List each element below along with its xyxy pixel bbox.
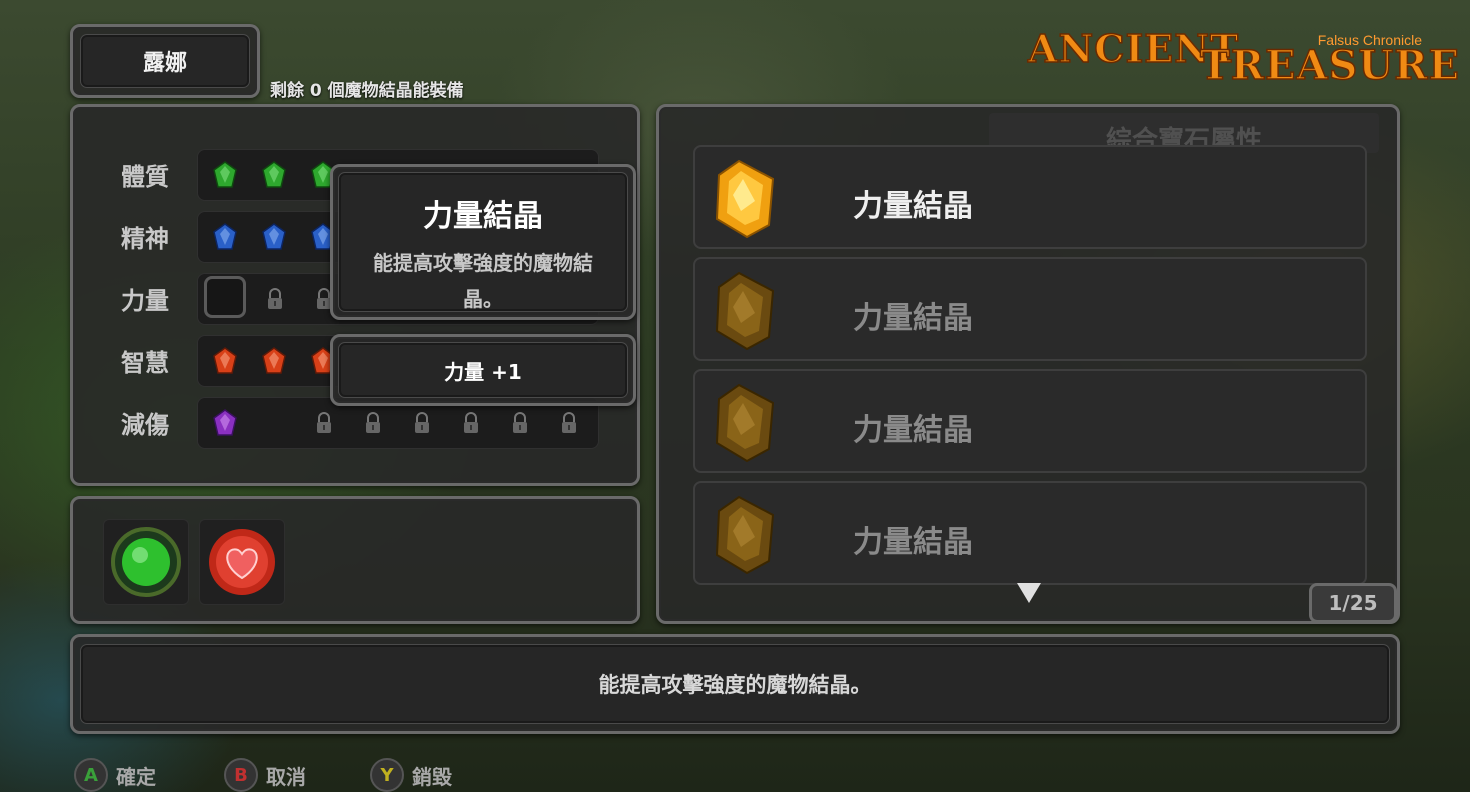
- character-name: 露娜: [81, 35, 249, 87]
- hint-label: 確定: [116, 764, 156, 789]
- gem-tooltip: 力量結晶 能提高攻擊強度的魔物結晶。: [330, 164, 636, 320]
- tooltip-inner: 力量結晶 能提高攻擊強度的魔物結晶。: [339, 173, 627, 311]
- list-item[interactable]: 力量結晶: [693, 369, 1367, 473]
- game-logo: ANCIENT TREASURE Falsus Chronicle: [1027, 24, 1460, 92]
- amber-gem-icon: [715, 383, 775, 463]
- orb-slots-panel: [70, 496, 640, 624]
- amber-gem-icon: [715, 159, 775, 239]
- remaining-slots-text: 剩餘 0 個魔物結晶能裝備: [270, 81, 464, 101]
- character-name-box: 露娜: [70, 24, 260, 98]
- scroll-down-arrow-icon[interactable]: [1017, 583, 1041, 603]
- purple-gem-icon[interactable]: [212, 409, 238, 437]
- blue-gem-icon[interactable]: [261, 223, 287, 251]
- tooltip-description: 能提高攻擊強度的魔物結晶。: [373, 251, 593, 311]
- green-gem-icon[interactable]: [261, 161, 287, 189]
- list-item-name: 力量結晶: [853, 301, 973, 336]
- logo-subtitle: Falsus Chronicle: [1317, 32, 1422, 48]
- blue-gem-icon[interactable]: [212, 223, 238, 251]
- lock-icon: [317, 412, 331, 433]
- lock-icon: [464, 412, 478, 433]
- list-item-name: 力量結晶: [853, 413, 973, 448]
- gem-effect-tooltip: 力量 +1: [330, 334, 636, 406]
- gem-list-panel: 綜合寶石屬性 力量結晶 力量結晶 力量結晶 力量結晶 1/25: [656, 104, 1400, 624]
- tooltip-effect: 力量 +1: [339, 343, 627, 397]
- tooltip-title: 力量結晶: [423, 199, 543, 234]
- stat-label: 精神: [121, 225, 169, 253]
- lock-icon: [513, 412, 527, 433]
- list-item-name: 力量結晶: [853, 525, 973, 560]
- green-gem-icon[interactable]: [212, 161, 238, 189]
- stat-label: 減傷: [121, 411, 169, 439]
- lock-icon: [268, 288, 282, 309]
- stat-label: 力量: [121, 287, 169, 315]
- hint-label: 取消: [266, 764, 306, 789]
- green-orb-icon: [111, 527, 181, 597]
- page-indicator: 1/25: [1309, 583, 1397, 623]
- red-gem-icon[interactable]: [212, 347, 238, 375]
- heart-orb-icon: [209, 529, 275, 595]
- lock-icon: [415, 412, 429, 433]
- hint-confirm[interactable]: A 確定: [74, 758, 156, 792]
- hint-label: 銷毀: [412, 764, 452, 789]
- list-item[interactable]: 力量結晶: [693, 145, 1367, 249]
- list-item-name: 力量結晶: [853, 189, 973, 224]
- amber-gem-icon: [715, 271, 775, 351]
- hint-destroy[interactable]: Y 銷毀: [370, 758, 452, 792]
- lock-icon: [366, 412, 380, 433]
- a-button-icon: A: [74, 758, 108, 792]
- amber-gem-icon: [715, 495, 775, 575]
- stat-label: 智慧: [121, 349, 169, 377]
- list-item[interactable]: 力量結晶: [693, 257, 1367, 361]
- description-text: 能提高攻擊強度的魔物結晶。: [81, 645, 1389, 723]
- list-item[interactable]: 力量結晶: [693, 481, 1367, 585]
- red-gem-icon[interactable]: [261, 347, 287, 375]
- y-button-icon: Y: [370, 758, 404, 792]
- orb-slot-green[interactable]: [103, 519, 189, 605]
- hint-cancel[interactable]: B 取消: [224, 758, 306, 792]
- stat-label: 體質: [121, 163, 169, 191]
- description-bar: 能提高攻擊強度的魔物結晶。: [70, 634, 1400, 734]
- logo-treasure: TREASURE: [1199, 41, 1461, 90]
- b-button-icon: B: [224, 758, 258, 792]
- selected-empty-slot[interactable]: [204, 276, 246, 318]
- lock-icon: [562, 412, 576, 433]
- orb-slot-red[interactable]: [199, 519, 285, 605]
